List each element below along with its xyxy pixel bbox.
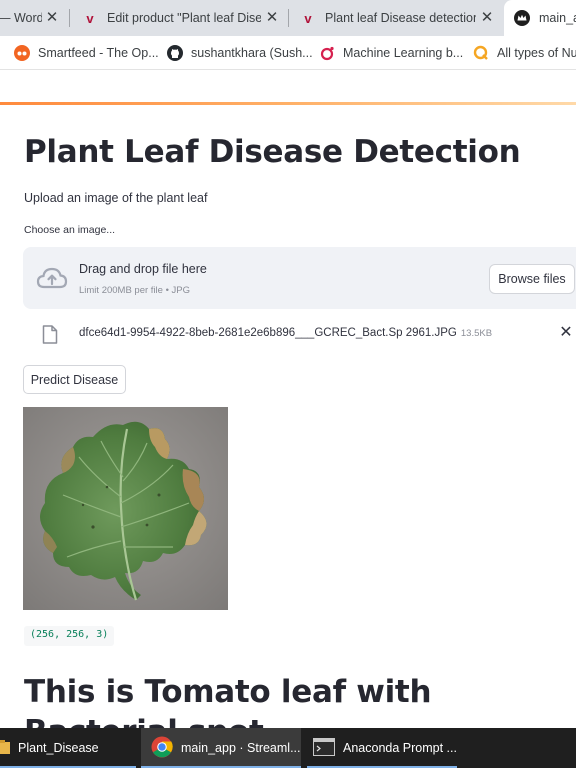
folder-icon — [0, 739, 10, 758]
taskbar: Plant_Disease main_app · Streaml... Anac… — [0, 728, 576, 768]
taskbar-label: Plant_Disease — [18, 741, 99, 755]
bookmark-github[interactable]: sushantkhara (Sush... — [167, 36, 313, 70]
bookmark-label: Machine Learning b... — [343, 46, 464, 60]
smartfeed-icon — [14, 45, 30, 61]
file-size: 13.5KB — [460, 328, 493, 339]
q-icon — [473, 45, 489, 61]
tab-title: — Word — [0, 11, 42, 25]
close-tab-icon[interactable]: ✕ — [44, 10, 60, 26]
browse-files-button[interactable]: Browse files — [489, 264, 575, 294]
chrome-icon — [151, 736, 173, 761]
dropzone-limit: Limit 200MB per file • JPG — [79, 285, 191, 296]
tab-plant-leaf-detection[interactable]: v Plant leaf Disease detection | ✕ — [289, 0, 503, 36]
bookmark-all-types[interactable]: All types of Nu — [473, 36, 576, 70]
page-title: Plant Leaf Disease Detection — [24, 134, 521, 170]
app-header-decoration — [0, 102, 576, 105]
bookmark-label: Smartfeed - The Op... — [38, 46, 159, 60]
bookmark-smartfeed[interactable]: Smartfeed - The Op... — [14, 36, 159, 70]
predict-disease-button[interactable]: Predict Disease — [23, 365, 126, 394]
file-icon — [42, 325, 58, 344]
taskbar-item-anaconda-prompt[interactable]: Anaconda Prompt ... — [307, 728, 457, 768]
bookmarks-bar: Smartfeed - The Op... sushantkhara (Sush… — [0, 36, 576, 70]
bookmark-label: All types of Nu — [497, 46, 576, 60]
browser-tab-strip: — Word ✕ v Edit product "Plant leaf Dise… — [0, 0, 576, 36]
cloud-upload-icon — [36, 266, 68, 290]
tab-edit-product[interactable]: v Edit product "Plant leaf Disea ✕ — [70, 0, 288, 36]
uploaded-file-name: dfce64d1-9954-4922-8beb-2681e2e6b896___G… — [79, 327, 492, 339]
tab-wordpress[interactable]: — Word ✕ — [0, 0, 68, 36]
close-tab-icon[interactable]: ✕ — [479, 10, 495, 26]
page-subtitle: Upload an image of the plant leaf — [24, 191, 208, 205]
vivaldi-v-icon: v — [304, 10, 312, 26]
uploaded-leaf-image — [23, 407, 228, 610]
taskbar-item-plant-disease[interactable]: Plant_Disease — [0, 728, 136, 768]
bookmark-label: sushantkhara (Sush... — [191, 46, 313, 60]
taskbar-item-chrome[interactable]: main_app · Streaml... — [141, 728, 301, 768]
github-icon — [167, 45, 183, 61]
file-dropzone[interactable]: Drag and drop file here Limit 200MB per … — [23, 247, 576, 309]
taskbar-label: main_app · Streaml... — [181, 741, 301, 755]
bookmark-machine-learning[interactable]: Machine Learning b... — [319, 36, 463, 70]
tab-title: Edit product "Plant leaf Disea — [107, 11, 261, 25]
uploaded-file-row: dfce64d1-9954-4922-8beb-2681e2e6b896___G… — [23, 318, 576, 350]
dropzone-instructions: Drag and drop file here — [79, 262, 207, 276]
tab-title: main_a — [539, 11, 576, 25]
streamlit-crown-icon — [514, 10, 530, 26]
ml-icon — [319, 45, 335, 61]
taskbar-label: Anaconda Prompt ... — [343, 741, 457, 755]
uploader-label: Choose an image... — [24, 224, 116, 236]
image-shape-output: (256, 256, 3) — [24, 626, 115, 646]
terminal-icon — [313, 737, 335, 759]
close-tab-icon[interactable]: ✕ — [264, 10, 280, 26]
tab-title: Plant leaf Disease detection | — [325, 11, 476, 25]
vivaldi-v-icon: v — [86, 10, 94, 26]
tab-main-app[interactable]: main_a — [504, 0, 576, 36]
remove-file-icon[interactable]: ✕ — [558, 324, 574, 342]
file-name-text: dfce64d1-9954-4922-8beb-2681e2e6b896___G… — [79, 327, 457, 339]
